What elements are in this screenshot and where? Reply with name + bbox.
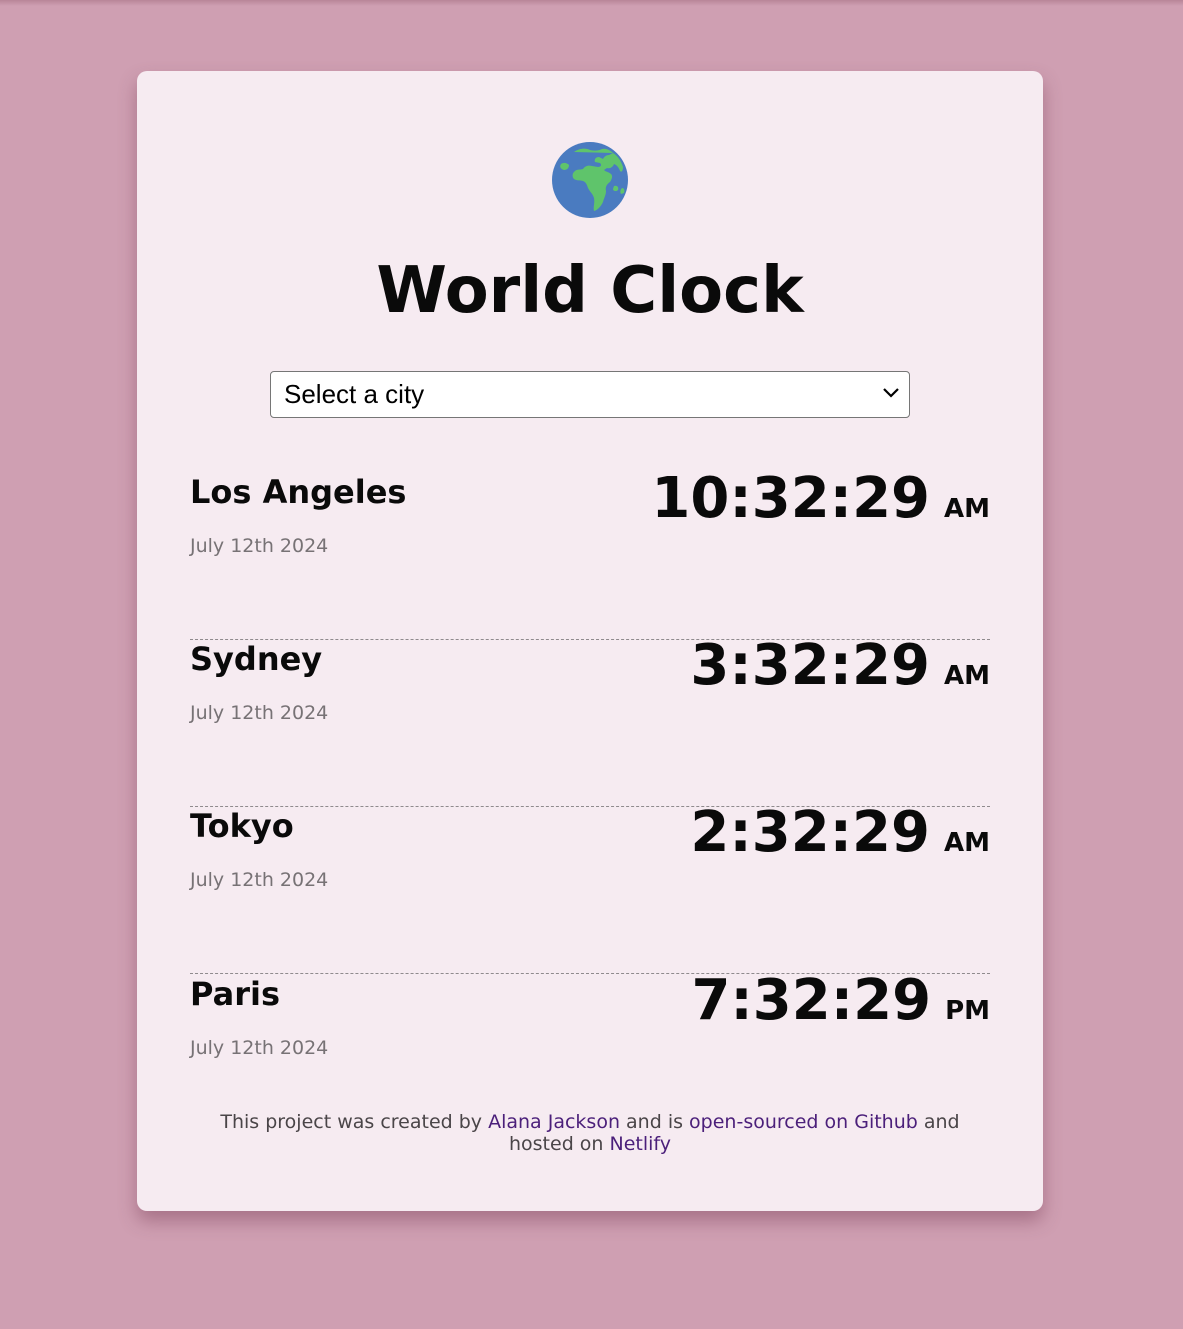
- city-select[interactable]: Select a city: [270, 371, 910, 418]
- city-row-sydney: Sydney July 12th 2024 3:32:29 AM: [190, 633, 990, 807]
- city-date: July 12th 2024: [190, 1037, 329, 1059]
- city-time: 2:32:29 AM: [690, 798, 990, 881]
- credits-footer: This project was created by Alana Jackso…: [190, 1111, 990, 1155]
- chevron-down-icon: [883, 388, 899, 398]
- author-link[interactable]: Alana Jackson: [488, 1111, 620, 1133]
- time-period: PM: [945, 996, 990, 1026]
- city-name: Paris: [190, 975, 280, 1013]
- globe-europe-africa-icon: [552, 142, 628, 218]
- time-value: 7:32:29: [691, 968, 932, 1033]
- time-value: 3:32:29: [690, 633, 930, 698]
- city-name: Los Angeles: [190, 473, 407, 511]
- city-select-value: Select a city: [284, 379, 425, 409]
- city-row-los-angeles: Los Angeles July 12th 2024 10:32:29 AM: [190, 466, 990, 640]
- top-edge-shadow: [0, 0, 1183, 6]
- city-name: Tokyo: [190, 807, 294, 845]
- netlify-link[interactable]: Netlify: [610, 1133, 672, 1155]
- time-value: 2:32:29: [690, 800, 930, 865]
- city-row-tokyo: Tokyo July 12th 2024 2:32:29 AM: [190, 800, 990, 974]
- city-date: July 12th 2024: [190, 869, 329, 891]
- world-clock-card: World Clock Select a city Los Angeles Ju…: [137, 71, 1043, 1211]
- time-period: AM: [944, 828, 990, 858]
- time-period: AM: [944, 661, 990, 691]
- time-value: 10:32:29: [651, 466, 930, 531]
- city-time: 7:32:29 PM: [691, 966, 990, 1049]
- footer-text: This project was created by: [220, 1111, 489, 1133]
- page-title: World Clock: [376, 254, 804, 328]
- footer-text: and is: [620, 1111, 690, 1133]
- city-time: 3:32:29 AM: [690, 631, 990, 714]
- github-link[interactable]: open-sourced on Github: [689, 1111, 918, 1133]
- city-time: 10:32:29 AM: [651, 464, 990, 547]
- city-date: July 12th 2024: [190, 702, 329, 724]
- time-period: AM: [944, 494, 990, 524]
- city-date: July 12th 2024: [190, 535, 329, 557]
- city-name: Sydney: [190, 640, 323, 678]
